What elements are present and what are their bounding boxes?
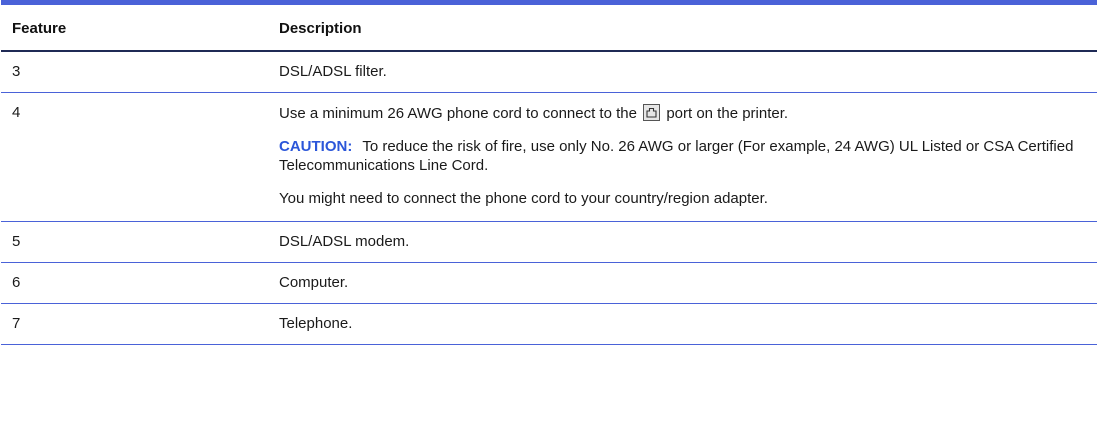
phone-port-icon [643, 104, 661, 121]
caution-label: CAUTION: [279, 138, 353, 155]
table-row: 5 DSL/ADSL modem. [1, 222, 1097, 263]
feature-number: 7 [12, 315, 21, 332]
note-paragraph: You might need to connect the phone cord… [279, 190, 768, 207]
feature-description: DSL/ADSL modem. [279, 233, 410, 250]
column-header-feature: Feature [12, 20, 67, 37]
caution-text: To reduce the risk of fire, use only No.… [279, 138, 1074, 174]
table-row: 3 DSL/ADSL filter. [1, 52, 1097, 93]
table-row: 6 Computer. [1, 263, 1097, 304]
feature-number: 5 [12, 233, 21, 250]
feature-description: DSL/ADSL filter. [279, 63, 387, 80]
feature-number: 3 [12, 63, 21, 80]
instruction-text-after-icon: port on the printer. [666, 105, 789, 122]
feature-number: 6 [12, 274, 21, 291]
feature-description: Telephone. [279, 315, 353, 332]
feature-description: Computer. [279, 274, 349, 291]
instruction-text-before-icon: Use a minimum 26 AWG phone cord to conne… [279, 105, 637, 122]
feature-table: Feature Description 3 DSL/ADSL filter. 4… [1, 0, 1097, 345]
feature-number: 4 [12, 104, 21, 121]
feature-description: Use a minimum 26 AWG phone cord to conne… [279, 93, 1097, 221]
table-row: 7 Telephone. [1, 304, 1097, 345]
column-header-description: Description [279, 20, 362, 37]
instruction-paragraph: Use a minimum 26 AWG phone cord to conne… [279, 104, 1077, 123]
table-row: 4 Use a minimum 26 AWG phone cord to con… [1, 93, 1097, 222]
table-header-row: Feature Description [1, 5, 1097, 52]
caution-paragraph: CAUTION: To reduce the risk of fire, use … [279, 137, 1077, 175]
